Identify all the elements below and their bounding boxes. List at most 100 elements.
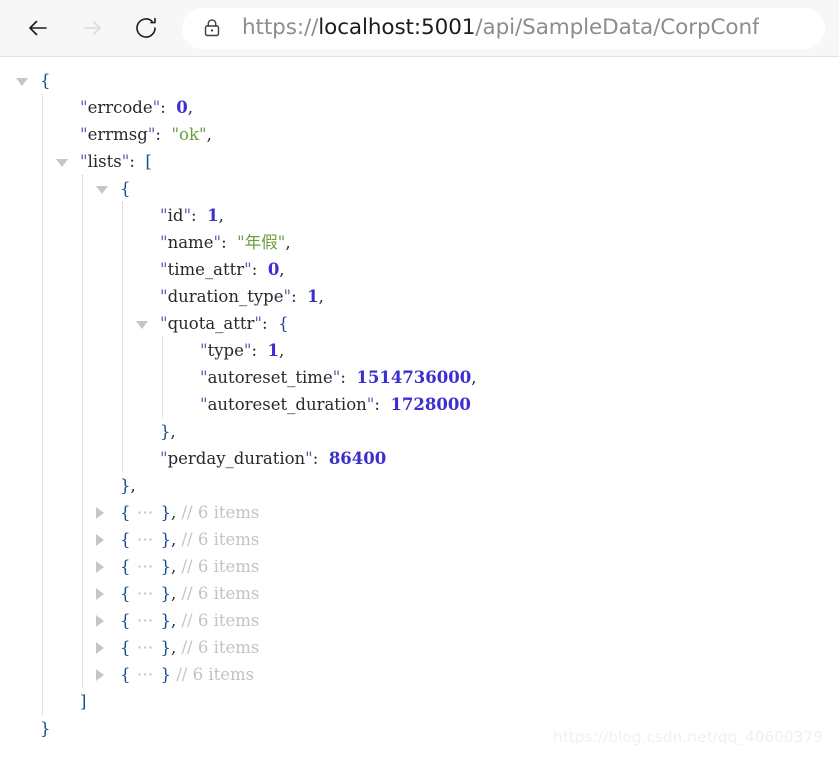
json-token-punc: , (206, 125, 212, 144)
url-text[interactable]: https://localhost:5001/api/SampleData/Co… (242, 17, 759, 39)
json-token-q: " (160, 314, 168, 333)
json-token-k: name (167, 233, 214, 252)
json-line: "lists": [ (0, 148, 839, 175)
json-line: ] (0, 688, 839, 715)
json-line-content: "errmsg": "ok", (80, 121, 212, 148)
json-token-cmt: // 6 items (176, 665, 255, 684)
json-line: { ⋯ }, // 6 items (0, 499, 839, 526)
json-line-content: "autoreset_duration": 1728000 (200, 391, 471, 418)
json-line: "autoreset_time": 1514736000, (0, 364, 839, 391)
json-line-content: { ⋯ }, // 6 items (120, 580, 259, 607)
json-token-num: 0 (267, 260, 280, 279)
json-line-content: }, (160, 418, 176, 445)
address-bar[interactable]: https://localhost:5001/api/SampleData/Co… (182, 7, 825, 49)
json-token-q: " (80, 98, 88, 117)
watermark: https://blog.csdn.net/qq_40600379 (553, 728, 823, 746)
browser-toolbar: https://localhost:5001/api/SampleData/Co… (0, 0, 839, 57)
json-token-q: " (200, 368, 208, 387)
lock-icon[interactable] (200, 16, 224, 40)
collapse-triangle-icon[interactable] (14, 67, 30, 94)
json-token-k: autoreset_duration (207, 395, 367, 414)
json-token-brace: { (120, 611, 131, 630)
json-line: "duration_type": 1, (0, 283, 839, 310)
url-host: localhost:5001 (318, 17, 476, 39)
json-token-punc: , (279, 341, 285, 360)
expand-triangle-icon[interactable] (94, 607, 110, 634)
json-token-ell: ⋯ (130, 530, 161, 549)
json-token-brace: } (160, 503, 172, 522)
json-token-brace: } (160, 584, 172, 603)
json-token-cmt: // 6 items (181, 638, 260, 657)
json-token-q: " (160, 206, 168, 225)
collapse-triangle-icon[interactable] (94, 175, 110, 202)
json-token-cmt: // 6 items (181, 611, 260, 630)
json-token-brace: } (160, 638, 172, 657)
json-token-punc: , (187, 98, 194, 117)
json-line-content: "quota_attr": { (160, 310, 289, 337)
json-token-q: " (305, 449, 313, 468)
url-path: /api/SampleData/CorpConf (475, 17, 760, 39)
json-rows: {"errcode": 0, "errmsg": "ok", "lists": [{… (0, 67, 839, 742)
json-line: { ⋯ }, // 6 items (0, 553, 839, 580)
json-line-content: } (40, 715, 51, 742)
json-token-q: " (183, 206, 192, 225)
reload-icon (131, 13, 161, 43)
json-line: "errmsg": "ok", (0, 121, 839, 148)
json-line: "quota_attr": { (0, 310, 839, 337)
json-line-content: "duration_type": 1, (160, 283, 324, 310)
json-token-punc: , (130, 476, 136, 495)
json-line: "id": 1, (0, 202, 839, 229)
json-token-punc: , (318, 287, 324, 306)
json-line: "errcode": 0, (0, 94, 839, 121)
json-token-num: 1514736000 (356, 368, 472, 387)
json-line: "name": "年假", (0, 229, 839, 256)
json-token-brace: } (160, 611, 172, 630)
json-token-num: 1 (207, 206, 219, 225)
expand-triangle-icon[interactable] (94, 526, 110, 553)
json-line-content: { (40, 67, 51, 94)
expand-triangle-icon[interactable] (94, 580, 110, 607)
json-line-content: { ⋯ }, // 6 items (120, 634, 259, 661)
expand-triangle-icon[interactable] (94, 634, 110, 661)
json-token-brace: { (120, 584, 131, 603)
json-token-brace: { (120, 665, 131, 684)
collapse-triangle-icon[interactable] (54, 148, 70, 175)
json-line: { ⋯ }, // 6 items (0, 634, 839, 661)
json-line-content: { (120, 175, 131, 202)
json-token-q: " (254, 314, 263, 333)
back-button[interactable] (18, 8, 58, 48)
json-line: "type": 1, (0, 337, 839, 364)
collapse-triangle-icon[interactable] (134, 310, 150, 337)
json-token-brace: } (160, 557, 172, 576)
reload-button[interactable] (126, 8, 166, 48)
json-line: { ⋯ } // 6 items (0, 661, 839, 688)
json-token-k: errmsg (87, 125, 148, 144)
json-token-q: " (244, 260, 252, 279)
json-token-brace: { (120, 557, 131, 576)
json-line: }, (0, 472, 839, 499)
json-line-content: "autoreset_time": 1514736000, (200, 364, 476, 391)
json-line: { (0, 67, 839, 94)
back-arrow-icon (23, 13, 53, 43)
json-token-brace: { (120, 179, 131, 198)
expand-triangle-icon[interactable] (94, 553, 110, 580)
json-token-q: " (200, 395, 208, 414)
json-token-cmt: // 6 items (181, 584, 260, 603)
expand-triangle-icon[interactable] (94, 499, 110, 526)
json-line: "time_attr": 0, (0, 256, 839, 283)
json-token-cmt: // 6 items (181, 503, 260, 522)
json-token-punc: , (279, 260, 285, 279)
json-line-content: { ⋯ }, // 6 items (120, 607, 259, 634)
json-token-cmt: // 6 items (181, 530, 260, 549)
json-token-num: 0 (176, 98, 188, 117)
json-token-brace: } (160, 530, 172, 549)
json-line-content: "time_attr": 0, (160, 256, 285, 283)
json-token-brace: } (160, 665, 172, 684)
json-line-content: { ⋯ }, // 6 items (120, 526, 259, 553)
json-token-k: type (207, 341, 244, 360)
expand-triangle-icon[interactable] (94, 661, 110, 688)
json-token-q: " (160, 260, 168, 279)
json-token-punc: , (218, 206, 224, 225)
json-token-brace: } (40, 719, 51, 738)
forward-button[interactable] (72, 8, 112, 48)
